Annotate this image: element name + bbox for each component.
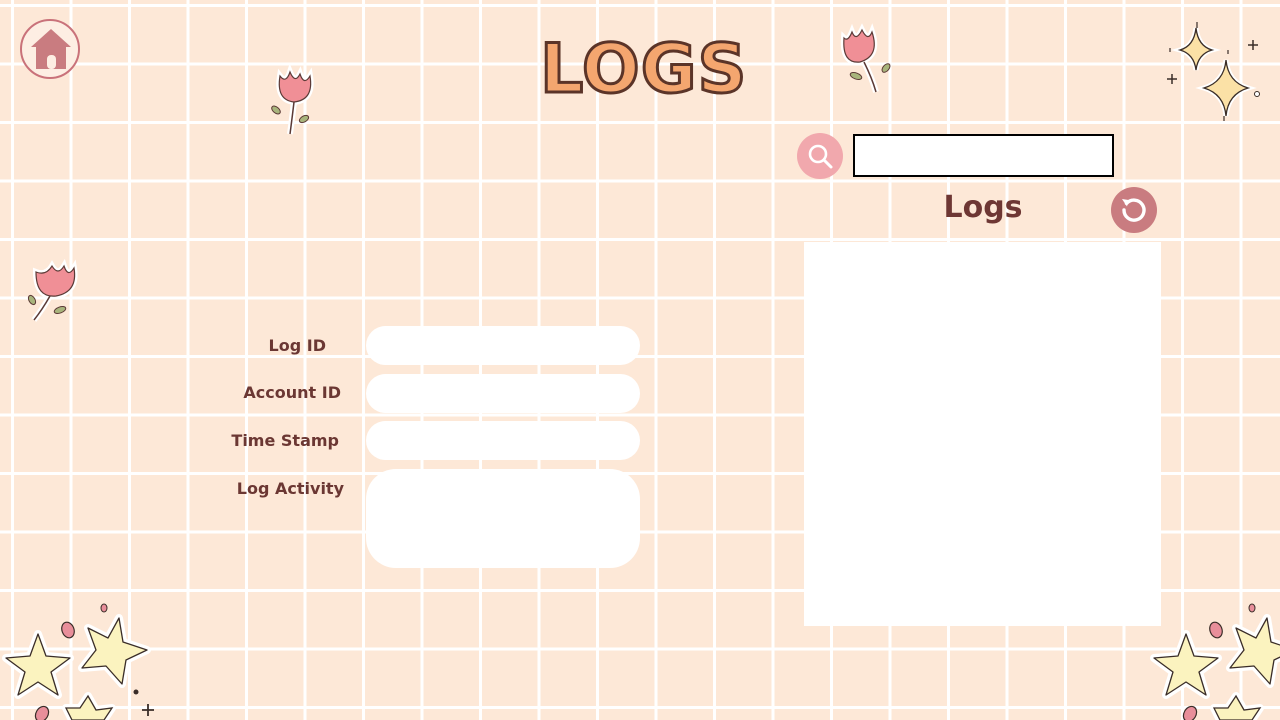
home-button[interactable] [20,19,80,79]
logs-list[interactable] [804,242,1161,626]
time-stamp-label: Time Stamp [231,431,339,450]
account-id-label: Account ID [243,383,341,402]
search-input[interactable] [853,134,1114,177]
sparkles-decoration [1167,22,1260,121]
log-id-field[interactable] [366,326,640,365]
refresh-button[interactable] [1111,187,1157,233]
flower-decoration [271,64,314,135]
refresh-icon [1122,198,1146,222]
log-activity-field[interactable] [366,469,640,568]
search-button[interactable] [797,133,843,179]
stars-decoration [2,603,154,720]
flower-decoration [840,23,891,93]
account-id-field[interactable] [366,374,640,413]
flower-decoration [27,258,78,322]
stars-decoration [1150,603,1280,720]
home-icon [31,29,71,69]
logs-heading: Logs [943,190,1023,225]
log-id-label: Log ID [268,336,326,355]
log-activity-label: Log Activity [236,479,344,498]
time-stamp-field[interactable] [366,421,640,460]
page-title: LOGS [539,29,749,111]
search-icon [808,144,833,169]
